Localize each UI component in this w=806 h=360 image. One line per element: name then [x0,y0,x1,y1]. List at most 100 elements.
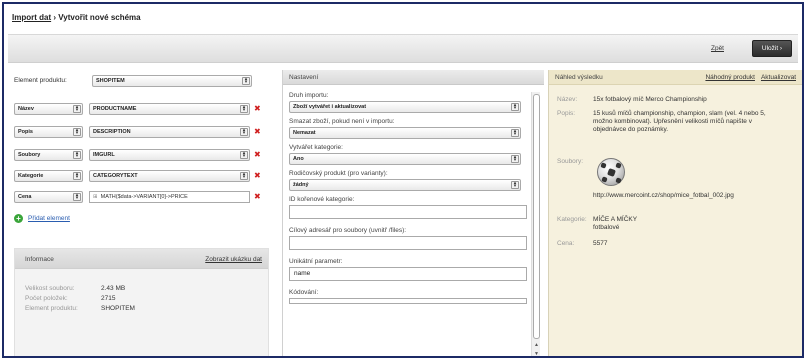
remove-mapping-icon[interactable]: ✖ [254,171,261,180]
settings-scrollbar[interactable]: ▲ ▼ [531,92,541,356]
add-element-label: Přidat element [28,215,70,222]
info-value: 2.43 MB [101,285,126,292]
parent-product-value: žádný [293,182,309,188]
preview-category-sub: fotbalové [593,224,620,231]
preview-name-value: 15x fotbalový míč Merco Championship [593,96,707,103]
info-title: Informace [25,256,54,263]
mapping-field-select[interactable]: Cena ▴ ▾ [14,190,83,203]
encoding-field: Kódování: [289,289,529,304]
import-type-label: Druh importu: [289,92,329,99]
preview-price-row: Cena: 5577 [557,240,793,248]
preview-file-url: http://www.mercoint.cz/shop/mice_fotbal_… [593,192,734,199]
toolbar: Zpět Uložit › [8,34,798,63]
select-arrows-icon: ▴ ▾ [73,192,81,201]
preview-name-row: Název: 15x fotbalový míč Merco Champions… [557,96,793,104]
remove-mapping-icon[interactable]: ✖ [254,127,261,136]
settings-body: Druh importu: Zboží vytvářet i aktualizo… [289,92,529,309]
select-arrows-icon: ▴ ▾ [511,129,519,137]
random-product-link[interactable]: Náhodný produkt [705,74,755,81]
mapping-source-value: CATEGORYTEXT [93,172,138,179]
select-arrows-icon: ▴ ▾ [511,155,519,163]
remove-mapping-icon[interactable]: ✖ [254,192,261,201]
product-element-select[interactable]: SHOPITEM ▴ ▾ [92,74,252,87]
select-arrows-icon: ▴ ▾ [240,150,248,159]
info-box: Informace Zobrazit ukázku dat Velikost s… [14,248,269,356]
mapping-source-select[interactable]: CATEGORYTEXT ▴ ▾ [89,169,250,182]
delete-select[interactable]: Nemazat ▴ ▾ [289,127,521,139]
select-arrows-icon: ▴ ▾ [240,171,248,180]
mapping-field-value: Název [18,105,34,112]
target-dir-input[interactable] [289,236,527,250]
create-category-select[interactable]: Ano ▴ ▾ [289,153,521,165]
preview-key: Soubory: [557,158,584,165]
remove-mapping-icon[interactable]: ✖ [254,104,261,113]
remove-mapping-icon[interactable]: ✖ [254,150,261,159]
delete-label: Smazat zboží, pokud není v importu: [289,118,395,125]
select-arrows-icon: ▴ ▾ [240,127,248,136]
select-arrows-icon: ▴ ▾ [73,171,81,180]
root-category-field: ID kořenové kategorie: [289,196,529,219]
unique-param-label: Unikátní parametr: [289,258,343,265]
breadcrumb-import-link[interactable]: Import dat [12,13,51,22]
preview-key: Kategorie: [557,216,587,223]
breadcrumb-current: Vytvořit nové schéma [58,13,141,22]
preview-category-row: Kategorie: MÍČE A MÍČKY fotbalové [557,216,793,232]
unique-param-input[interactable]: name [289,267,527,281]
parent-product-label: Rodičovský produkt (pro varianty): [289,170,388,177]
scroll-up-icon[interactable]: ▲ [532,342,541,348]
mapping-field-value: Soubory [18,151,41,158]
preview-title: Náhled výsledku [555,74,603,81]
mapping-source-select[interactable]: PRODUCTNAME ▴ ▾ [89,102,250,115]
show-sample-link[interactable]: Zobrazit ukázku dat [205,256,262,263]
mapping-source-select[interactable]: DESCRIPTION ▴ ▾ [89,125,250,138]
preview-key: Cena: [557,240,575,247]
mapping-field-select[interactable]: Kategorie ▴ ▾ [14,169,83,182]
mapping-row: Cena ▴ ▾ ⊞ MATH($data->VARIANT[0]->PRICE ✖ [14,190,261,203]
preview-price-value: 5577 [593,240,608,247]
scroll-down-icon[interactable]: ▼ [532,351,541,356]
product-image [597,158,625,186]
import-type-select[interactable]: Zboží vytvářet i aktualizovat ▴ ▾ [289,101,521,113]
preview-header: Náhled výsledku Náhodný produkt Aktualizo… [549,70,802,85]
root-category-input[interactable] [289,205,527,219]
cancel-button[interactable]: Zpět [711,45,724,52]
mapping-field-select[interactable]: Popis ▴ ▾ [14,125,83,138]
target-dir-label: Cílový adresář pro soubory (uvnitř /file… [289,227,407,234]
mapping-source-value: PRODUCTNAME [93,105,137,112]
preview-desc-row: Popis: 15 kusů míčů championship, champi… [557,110,783,134]
add-element-link[interactable]: + Přidat element [14,214,70,223]
select-arrows-icon: ▴ ▾ [242,76,250,85]
mapping-field-select[interactable]: Název ▴ ▾ [14,102,83,115]
preview-desc-value: 15 kusů míčů championship, champion, sla… [593,110,766,133]
scrollbar-thumb[interactable] [533,94,540,339]
info-row: Element produktu: SHOPITEM [25,305,258,312]
select-arrows-icon: ▴ ▾ [73,104,81,113]
preview-panel: Náhled výsledku Náhodný produkt Aktualizo… [548,70,802,356]
info-key: Velikost souboru: [25,285,75,292]
refresh-link[interactable]: Aktualizovat [761,74,796,81]
mapping-source-value: DESCRIPTION [93,128,131,135]
mapping-field-select[interactable]: Soubory ▴ ▾ [14,148,83,161]
import-type-field: Druh importu: Zboží vytvářet i aktualizo… [289,92,529,113]
target-dir-field: Cílový adresář pro soubory (uvnitř /file… [289,227,529,250]
delete-field: Smazat zboží, pokud není v importu: Nema… [289,118,529,139]
mapping-expression-input[interactable]: ⊞ MATH($data->VARIANT[0]->PRICE [89,190,250,203]
mapping-source-select[interactable]: IMGURL ▴ ▾ [89,148,250,161]
info-key: Element produktu: [25,305,78,312]
product-element-row: Element produktu: SHOPITEM ▴ ▾ [14,74,252,87]
parent-product-select[interactable]: žádný ▴ ▾ [289,179,521,191]
select-arrows-icon: ▴ ▾ [511,103,519,111]
select-arrows-icon: ▴ ▾ [240,104,248,113]
info-rows: Velikost souboru: 2.43 MB Počet položek: 2… [15,269,268,312]
mapping-field-value: Cena [18,193,32,200]
info-key: Počet položek: [25,295,68,302]
preview-files-row: Soubory: http://www.mercoint.cz/shop/mic… [557,158,793,200]
save-button[interactable]: Uložit › [752,40,792,57]
mapping-row: Název ▴ ▾ PRODUCTNAME ▴ ▾ ✖ [14,102,261,115]
mapping-row: Soubory ▴ ▾ IMGURL ▴ ▾ ✖ [14,148,261,161]
product-element-value: SHOPITEM [96,77,125,84]
create-category-value: Ano [293,156,304,162]
product-element-label: Element produktu: [14,77,67,84]
settings-header: Nastavení [283,70,544,85]
encoding-input[interactable] [289,298,527,304]
